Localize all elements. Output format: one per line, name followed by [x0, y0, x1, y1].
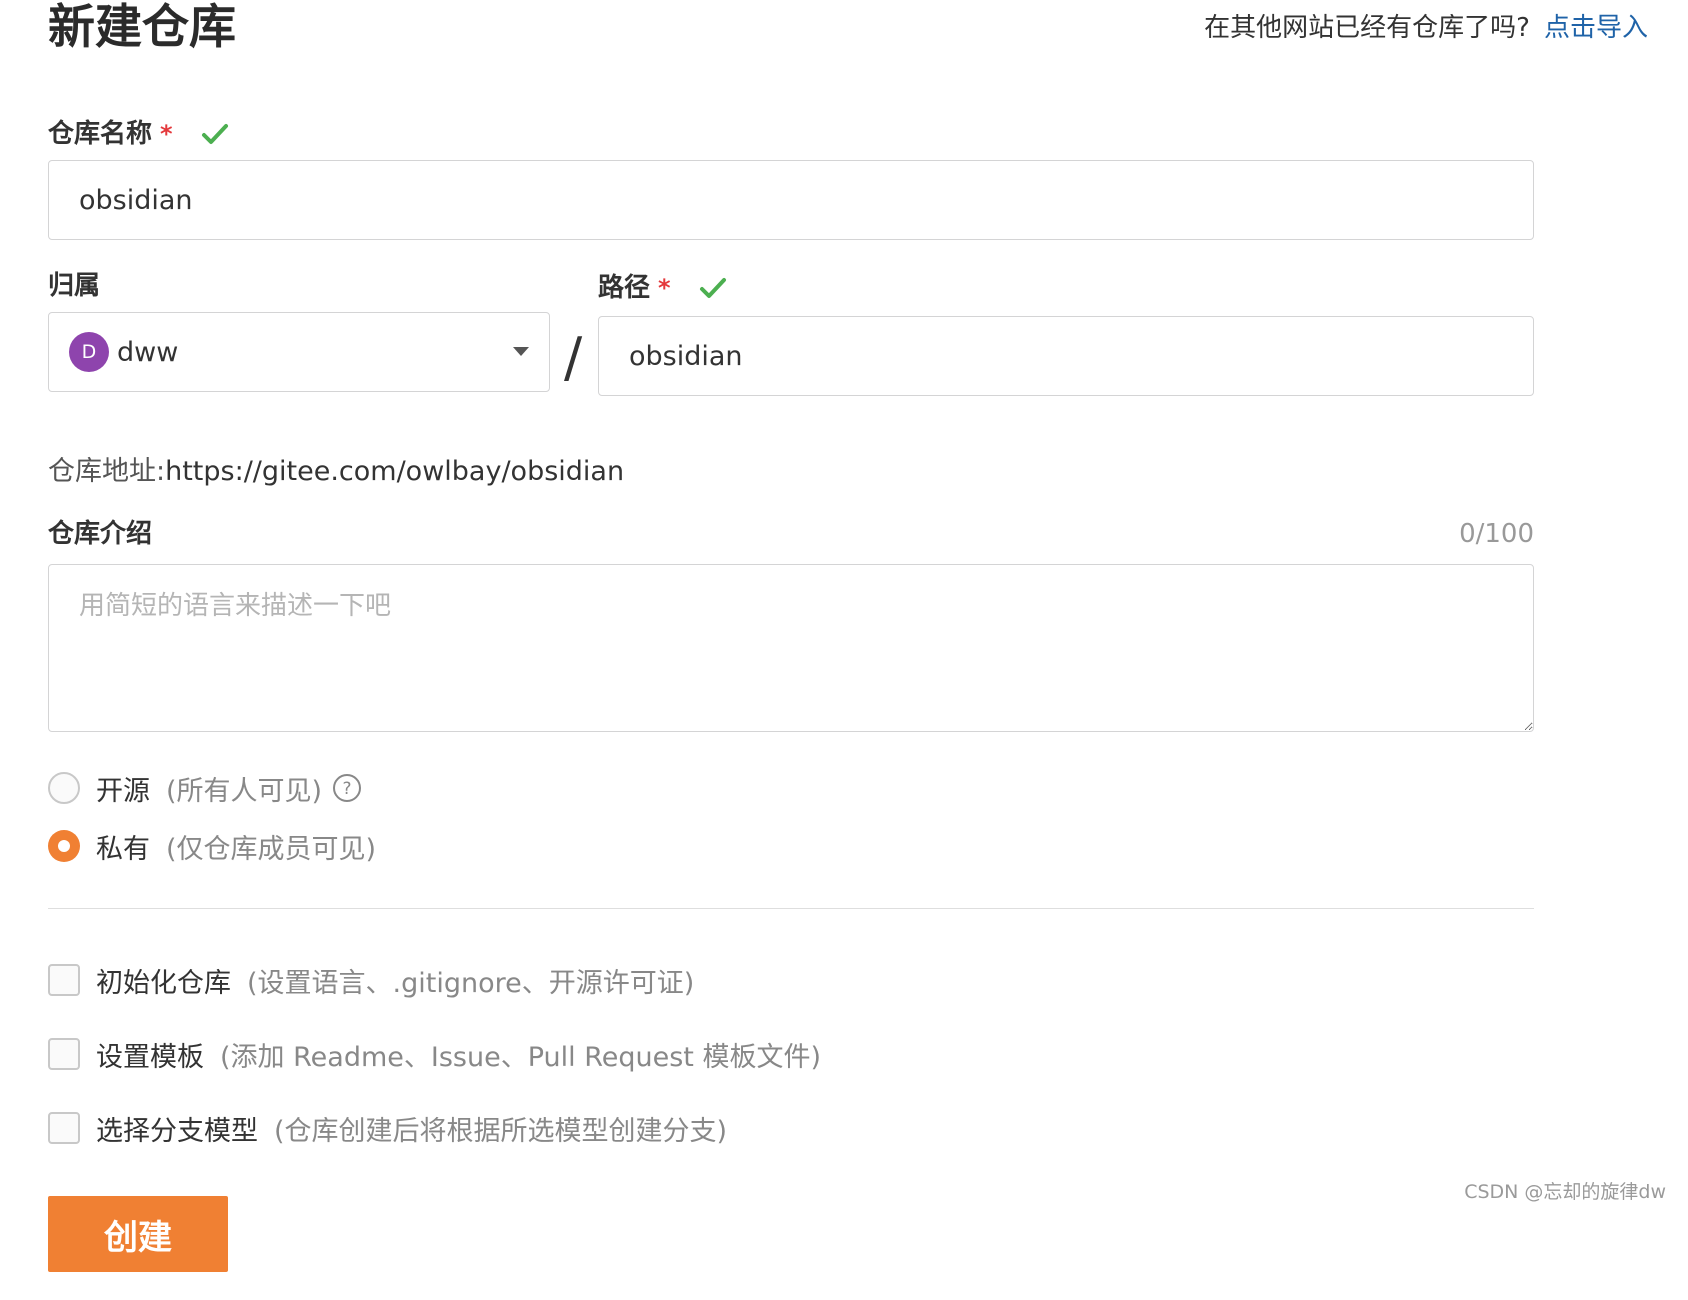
option-label: 设置模板 [96, 1041, 204, 1073]
chevron-down-icon [513, 347, 529, 356]
path-label: 路径 * [598, 270, 1534, 306]
repo-name-label-text: 仓库名称 [48, 119, 153, 149]
repo-address-url: https://gitee.com/owlbay/obsidian [165, 456, 625, 487]
repo-address: 仓库地址:https://gitee.com/owlbay/obsidian [48, 452, 624, 492]
branch-model-checkbox[interactable] [48, 1112, 80, 1144]
init-repo-checkbox[interactable] [48, 964, 80, 996]
path-label-text: 路径 [598, 273, 651, 303]
option-label: 私有 [96, 833, 150, 865]
template-option[interactable]: 设置模板 (添加 Readme、Issue、Pull Request 模板文件) [48, 1034, 821, 1074]
description-label: 仓库介绍 [48, 519, 153, 549]
template-checkbox[interactable] [48, 1038, 80, 1070]
page-header: 新建仓库 在其他网站已经有仓库了吗? 点击导入 [48, 0, 1648, 60]
repo-name-label: 仓库名称 * [48, 116, 1534, 152]
radio-private[interactable] [48, 830, 80, 862]
option-hint: (所有人可见) [166, 775, 323, 807]
description-textarea[interactable] [48, 564, 1534, 732]
owner-selected-value: dww [117, 336, 179, 368]
char-counter: 0/100 [1459, 519, 1534, 549]
required-mark: * [160, 120, 173, 148]
repo-name-input[interactable] [48, 160, 1534, 240]
question-circle-icon[interactable]: ? [332, 773, 362, 803]
path-input[interactable] [598, 316, 1534, 396]
svg-text:?: ? [343, 779, 352, 799]
owner-select[interactable]: D dww [48, 312, 550, 392]
check-icon [699, 276, 727, 300]
owner-label: 归属 [48, 268, 550, 304]
import-question: 在其他网站已经有仓库了吗? [1204, 13, 1530, 43]
watermark: CSDN @忘却的旋律dw [1464, 1181, 1666, 1203]
option-hint: (仅仓库成员可见) [166, 833, 377, 865]
import-link[interactable]: 点击导入 [1544, 13, 1648, 43]
option-label: 初始化仓库 [96, 967, 231, 999]
create-button[interactable]: 创建 [48, 1196, 228, 1272]
description-header: 仓库介绍 0/100 [48, 516, 1534, 552]
radio-public[interactable] [48, 772, 80, 804]
option-hint: (仓库创建后将根据所选模型创建分支) [274, 1115, 728, 1147]
avatar: D [69, 332, 109, 372]
new-repo-form: 新建仓库 在其他网站已经有仓库了吗? 点击导入 仓库名称 * 归属 D dww [48, 0, 1648, 1272]
import-hint: 在其他网站已经有仓库了吗? 点击导入 [1204, 10, 1648, 46]
settings-group: 初始化仓库 (设置语言、.gitignore、开源许可证) 设置模板 (添加 R… [48, 960, 821, 1148]
check-icon [201, 122, 229, 146]
repo-address-label: 仓库地址: [48, 456, 166, 487]
option-label: 开源 [96, 775, 150, 807]
owner-group: 归属 D dww [48, 268, 550, 392]
init-repo-option[interactable]: 初始化仓库 (设置语言、.gitignore、开源许可证) [48, 960, 821, 1000]
option-hint: (添加 Readme、Issue、Pull Request 模板文件) [220, 1041, 821, 1073]
path-separator: / [564, 326, 583, 389]
owner-path-row: 归属 D dww / 路径 * [48, 268, 1534, 428]
owner-label-text: 归属 [48, 271, 101, 301]
branch-model-option[interactable]: 选择分支模型 (仓库创建后将根据所选模型创建分支) [48, 1108, 821, 1148]
repo-name-group: 仓库名称 * [48, 116, 1534, 240]
visibility-option-public[interactable]: 开源 (所有人可见) ? [48, 768, 376, 808]
divider [48, 908, 1534, 909]
path-group: 路径 * [598, 268, 1534, 396]
page-title: 新建仓库 [48, 0, 236, 55]
option-hint: (设置语言、.gitignore、开源许可证) [247, 967, 695, 999]
required-mark: * [658, 274, 671, 302]
visibility-option-private[interactable]: 私有 (仅仓库成员可见) [48, 826, 376, 866]
option-label: 选择分支模型 [96, 1115, 258, 1147]
separator: / [550, 268, 598, 428]
description-group: 仓库介绍 0/100 [48, 516, 1534, 736]
visibility-group: 开源 (所有人可见) ? 私有 (仅仓库成员可见) [48, 768, 376, 866]
